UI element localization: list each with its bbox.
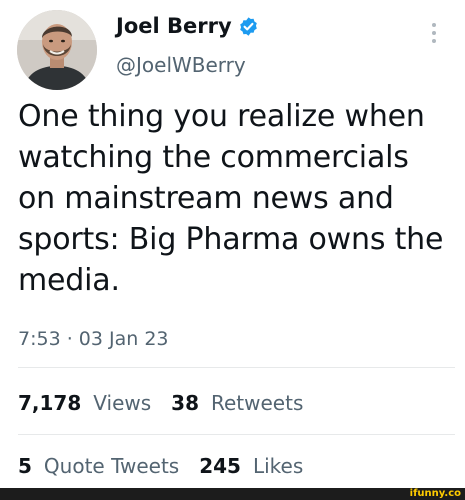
likes-label: Likes: [252, 454, 304, 478]
retweets-label: Retweets: [211, 391, 304, 415]
retweets-count: 38: [171, 391, 199, 415]
avatar-photo: [17, 10, 97, 90]
views-label: Views: [93, 391, 152, 415]
tweet-card: Joel Berry @JoelWBerry One thing you rea…: [0, 0, 465, 488]
more-options-icon[interactable]: [424, 18, 444, 48]
divider: [18, 434, 455, 435]
quote-tweets-stat[interactable]: 5 Quote Tweets: [18, 452, 179, 480]
tweet-timestamp[interactable]: 7:53 · 03 Jan 23: [18, 326, 169, 352]
views-count: 7,178: [18, 391, 82, 415]
quote-tweets-label: Quote Tweets: [43, 454, 180, 478]
divider: [18, 367, 455, 368]
author-display-name[interactable]: Joel Berry: [116, 12, 232, 40]
tweet-text: One thing you realize when watching the …: [18, 99, 444, 298]
stats-row-engagement: 7,178 Views 38 Retweets: [18, 389, 323, 417]
avatar[interactable]: [17, 10, 97, 90]
views-stat[interactable]: 7,178 Views: [18, 389, 151, 417]
watermark-text: ifunny.co: [409, 488, 461, 499]
stats-row-likes: 5 Quote Tweets 245 Likes: [18, 452, 323, 480]
author-name-row[interactable]: Joel Berry: [116, 12, 259, 40]
retweets-stat[interactable]: 38 Retweets: [171, 389, 303, 417]
watermark-bar: ifunny.co: [0, 488, 465, 500]
likes-stat[interactable]: 245 Likes: [199, 452, 303, 480]
likes-count: 245: [199, 454, 241, 478]
quote-tweets-count: 5: [18, 454, 32, 478]
verified-badge-icon: [238, 16, 259, 37]
author-handle[interactable]: @JoelWBerry: [116, 52, 246, 78]
